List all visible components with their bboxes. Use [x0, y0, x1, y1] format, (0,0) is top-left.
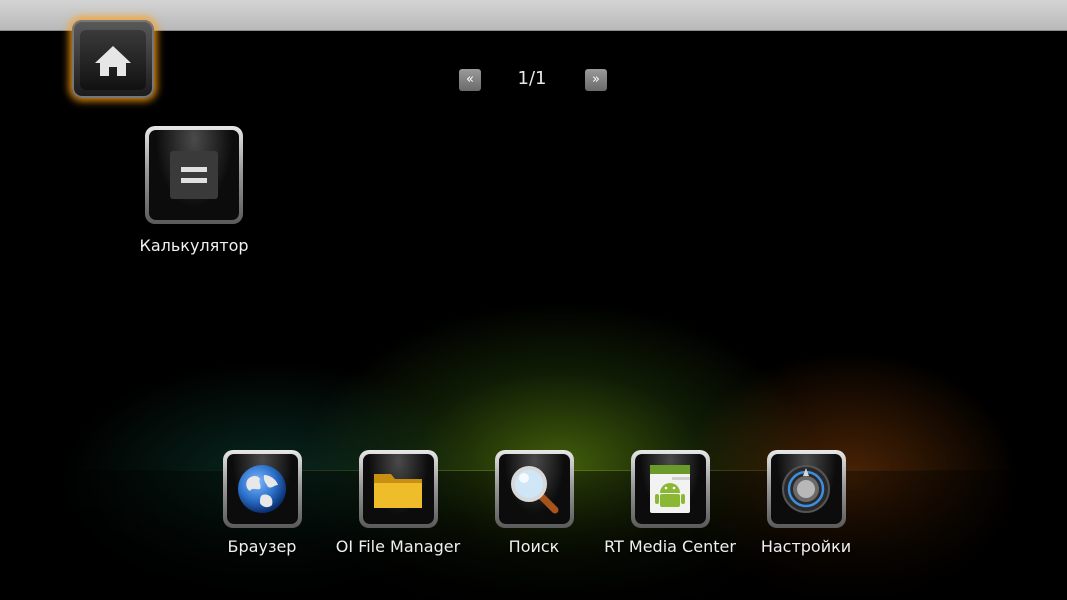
app-calculator[interactable]: Калькулятор — [129, 126, 259, 255]
page-indicator: 1/1 — [517, 68, 547, 89]
app-tile — [358, 450, 438, 528]
app-tile-face — [770, 454, 842, 524]
globe-icon — [238, 465, 286, 513]
app-tile — [494, 450, 574, 528]
app-tile-face — [362, 454, 434, 524]
calculator-icon — [170, 151, 218, 199]
pager-prev-button[interactable]: « — [459, 69, 481, 91]
pager-next-button[interactable]: » — [585, 69, 607, 91]
app-tile-face — [226, 454, 298, 524]
app-tile — [630, 450, 710, 528]
app-tile-face — [149, 130, 239, 220]
android-media-icon — [650, 465, 690, 513]
app-label: Калькулятор — [139, 236, 249, 255]
home-button[interactable] — [72, 20, 154, 98]
dock-app-media-center[interactable]: RT Media Center — [604, 450, 736, 556]
app-tile-face — [634, 454, 706, 524]
home-icon — [95, 46, 131, 76]
home-button-face — [80, 30, 146, 90]
app-tile — [766, 450, 846, 528]
app-label: Настройки — [760, 537, 852, 556]
app-tile — [222, 450, 302, 528]
magnifier-icon — [511, 466, 559, 514]
app-tile — [145, 126, 243, 224]
dock-app-settings[interactable]: Настройки — [741, 450, 871, 556]
folder-icon — [374, 474, 422, 508]
status-bar — [0, 0, 1067, 31]
dock-app-file-manager[interactable]: OI File Manager — [333, 450, 463, 556]
home-screen: « 1/1 » Калькулятор Браузер OI File Mana… — [0, 0, 1067, 600]
app-tile-face — [498, 454, 570, 524]
settings-knob-icon — [782, 465, 830, 513]
